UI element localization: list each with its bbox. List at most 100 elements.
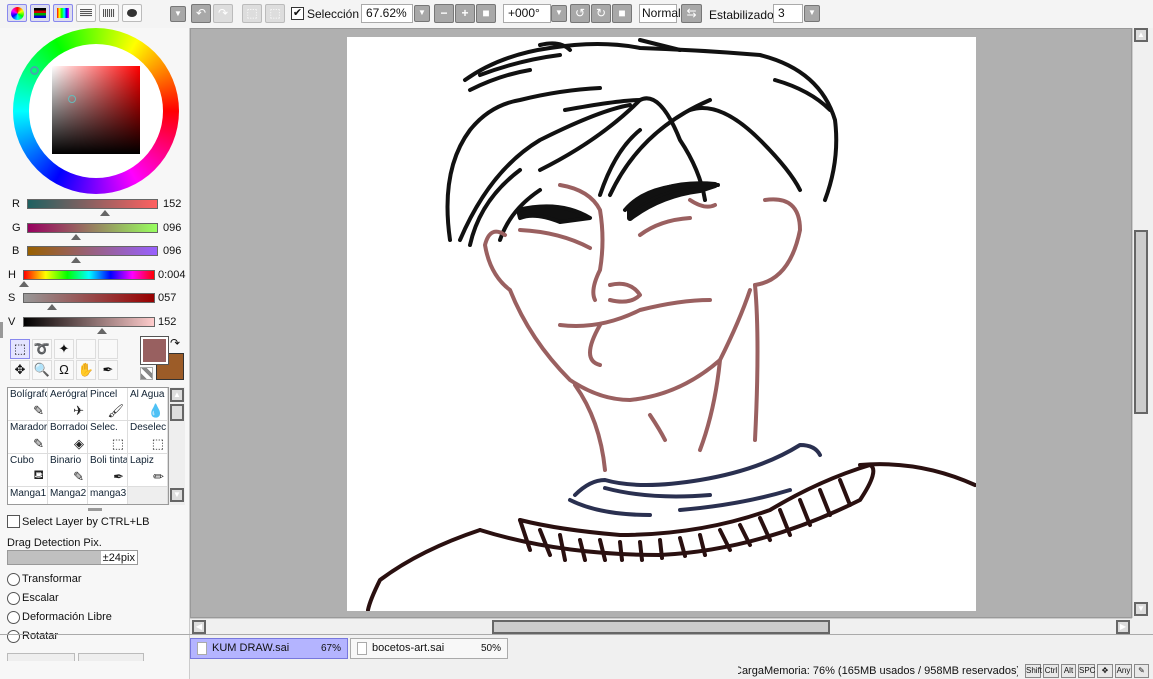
slider-handle[interactable] [71, 233, 82, 240]
sv-marker[interactable] [68, 95, 76, 103]
radio-2[interactable] [7, 611, 20, 624]
color-slider-v[interactable] [23, 316, 155, 327]
scroll-left-button[interactable]: ◀ [192, 620, 206, 634]
panel-button[interactable] [78, 653, 144, 661]
brush-boli-tinta[interactable]: Boli tinta ✒ [88, 454, 128, 487]
hue-marker[interactable] [30, 66, 39, 75]
magic-wand-tool[interactable]: ✦ [54, 339, 74, 359]
resize-handle[interactable] [88, 508, 102, 511]
document-tab-bocetos-art[interactable]: bocetos-art.sai 50% [350, 638, 508, 659]
zoom-in-button[interactable]: + [455, 4, 475, 23]
rotation-input[interactable]: +000° [503, 4, 551, 23]
zoom-reset-button[interactable]: ■ [476, 4, 496, 23]
scroll-up-button[interactable]: ▲ [1134, 28, 1148, 42]
lasso-tool[interactable]: ➰ [32, 339, 52, 359]
slider-handle[interactable] [96, 327, 107, 334]
brush-manga2[interactable]: Manga2 ✒ [48, 487, 88, 504]
brush-manga1[interactable]: Manga1 ✒ [8, 487, 48, 504]
brush-marador[interactable]: Marador ✎ [8, 421, 48, 454]
slider-label-s: S [8, 292, 16, 304]
brush-deselec-[interactable]: Deselec. ⬚ [128, 421, 168, 454]
hand-tool[interactable]: ✋ [76, 360, 96, 380]
panel-splitter[interactable] [0, 322, 3, 338]
brush-selec-[interactable]: Selec. ⬚ [88, 421, 128, 454]
deselect-button[interactable]: ⬚ [242, 4, 262, 23]
swatches-icon[interactable] [76, 4, 96, 22]
slider-value-r: 152 [163, 198, 182, 210]
slider-handle[interactable] [47, 304, 58, 310]
invert-selection-button[interactable]: ⬚ [265, 4, 285, 23]
horizontal-scroll-thumb[interactable] [492, 620, 830, 634]
move-tool[interactable]: ✥ [10, 360, 30, 380]
document-tab-kum-draw[interactable]: KUM DRAW.sai 67% [190, 638, 348, 659]
transparent-color-icon[interactable] [140, 367, 153, 380]
drag-detection-slider[interactable]: ±24pix [7, 550, 138, 565]
color-slider-s[interactable] [23, 293, 155, 303]
rotate-left-button[interactable]: ↺ [570, 4, 590, 23]
color-wheel-icon[interactable] [7, 4, 27, 22]
zoom-input[interactable]: 67.62% [361, 4, 413, 23]
rotate-right-button[interactable]: ↻ [591, 4, 611, 23]
zoom-out-button[interactable]: − [434, 4, 454, 23]
modifier-key-indicator: ✥ [1097, 664, 1113, 678]
radio-label: Transformar [22, 573, 82, 585]
brush-lapiz[interactable]: Lapiz ✏ [128, 454, 168, 487]
brush-scrollbar[interactable]: ▲ ▼ [169, 387, 185, 505]
redo-button[interactable]: ↷ [213, 4, 233, 23]
brush-al-agua[interactable]: Al Agua 💧 [128, 388, 168, 421]
radio-0[interactable] [7, 573, 20, 586]
color-slider-r[interactable] [27, 199, 158, 209]
stabilizer-input[interactable]: 3 [773, 4, 803, 23]
brush-cubo[interactable]: Cubo ⛾ [8, 454, 48, 487]
slider-handle[interactable] [100, 210, 111, 216]
vertical-scroll-thumb[interactable] [1134, 230, 1148, 414]
slider-handle[interactable] [19, 280, 30, 287]
color-slider-g[interactable] [27, 222, 158, 233]
rotation-dropdown[interactable]: ▼ [551, 5, 567, 22]
color-wheel[interactable] [13, 28, 179, 194]
blend-mode-select[interactable]: Normal [639, 4, 681, 23]
scroll-up-button[interactable]: ▲ [170, 388, 184, 402]
brush-pincel[interactable]: Pincel 🖌 [88, 388, 128, 421]
scroll-down-button[interactable]: ▼ [170, 488, 184, 502]
palette-icon[interactable] [99, 4, 119, 22]
brush-manga3[interactable]: manga3 ✒ [88, 487, 128, 504]
scroll-down-button[interactable]: ▼ [1134, 602, 1148, 616]
primary-color-swatch[interactable] [140, 336, 169, 365]
brush-borrador[interactable]: Borrador ◈ [48, 421, 88, 454]
saturation-value-square[interactable] [52, 66, 140, 154]
zoom-dropdown[interactable]: ▼ [414, 5, 430, 22]
radio-3[interactable] [7, 630, 20, 643]
brush-aer-grafo[interactable]: Aerógrafo ✈ [48, 388, 88, 421]
rotate-reset-button[interactable]: ■ [612, 4, 632, 23]
scratchpad-icon[interactable] [122, 4, 142, 22]
color-slider-h[interactable] [23, 269, 155, 280]
stabilizer-dropdown[interactable]: ▼ [804, 5, 820, 22]
canvas-viewport[interactable] [190, 28, 1132, 618]
undo-button[interactable]: ↶ [191, 4, 211, 23]
panel-button[interactable] [7, 653, 75, 661]
slider-handle[interactable] [71, 257, 82, 263]
horizontal-scrollbar[interactable]: ◀ ▶ [190, 618, 1132, 634]
panel-menu-dropdown[interactable]: ▼ [170, 6, 186, 22]
eyedropper-tool[interactable]: ✒ [98, 360, 118, 380]
select-layer-checkbox[interactable] [7, 515, 20, 528]
brush-binario[interactable]: Binario ✎ [48, 454, 88, 487]
radio-1[interactable] [7, 592, 20, 605]
rect-select-tool[interactable]: ⬚ [10, 339, 30, 359]
vertical-scrollbar[interactable]: ▲ ▼ [1132, 28, 1148, 618]
rgb-sliders-icon[interactable] [30, 4, 50, 22]
hsv-sliders-icon[interactable] [53, 4, 73, 22]
flip-horizontal-button[interactable]: ⇆ [681, 4, 702, 23]
selection-checkbox[interactable]: ✔ [291, 7, 304, 20]
brush-label: Aerógrafo [50, 389, 87, 400]
pen-icon: ✒ [73, 502, 84, 504]
drawing-canvas[interactable] [347, 37, 976, 611]
scroll-right-button[interactable]: ▶ [1116, 620, 1130, 634]
brush-bol-grafo[interactable]: Bolígrafo ✎ [8, 388, 48, 421]
scroll-thumb[interactable] [170, 404, 184, 421]
zoom-tool[interactable]: 🔍 [32, 360, 52, 380]
swap-colors-icon[interactable]: ↷ [170, 336, 180, 350]
rotate-tool[interactable]: Ω [54, 360, 74, 380]
color-slider-b[interactable] [27, 246, 158, 256]
